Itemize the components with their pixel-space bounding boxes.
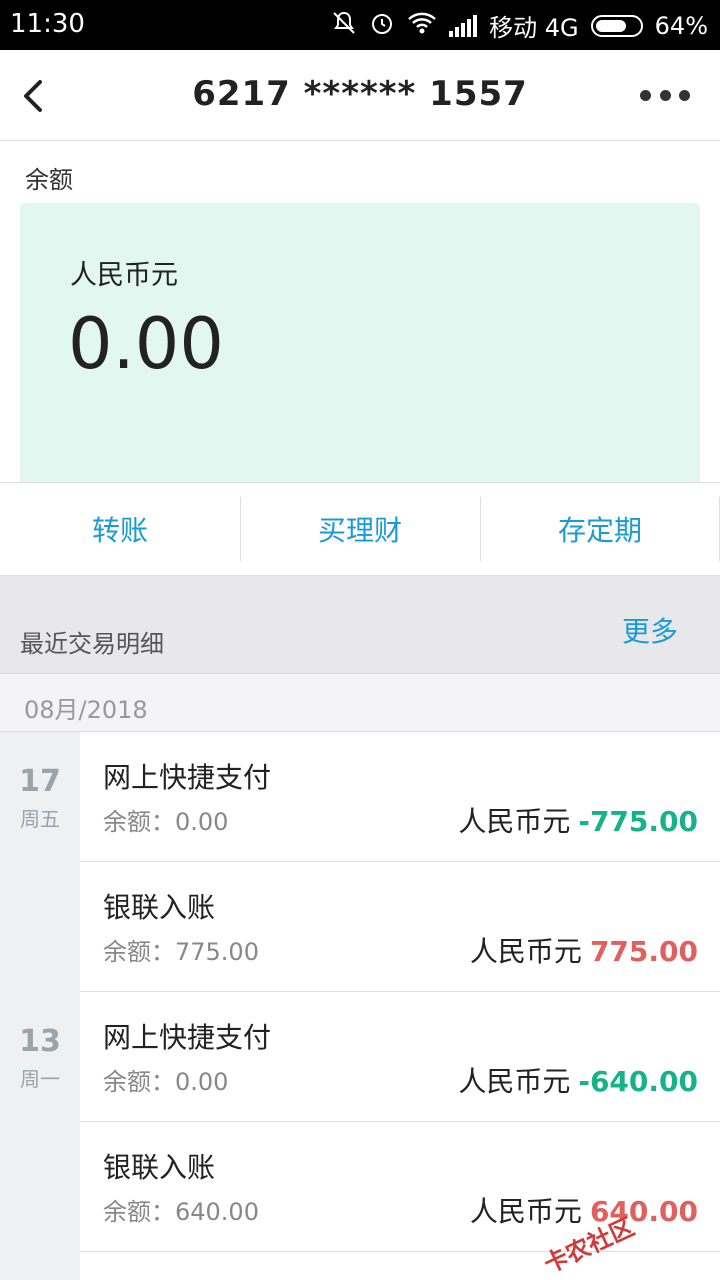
transaction-row[interactable]: 银联入账 余额：775.00 人民币元 775.00 <box>80 862 720 992</box>
transaction-value: -775.00 <box>578 805 698 838</box>
date-weekday: 周一 <box>20 1067 60 1091</box>
date-group: 17 周五 <box>0 764 80 832</box>
month-label: 08月/2018 <box>24 696 148 724</box>
fixed-deposit-button[interactable]: 存定期 <box>480 483 720 575</box>
date-day: 17 <box>19 764 61 799</box>
buy-wealth-button[interactable]: 买理财 <box>240 483 480 575</box>
transaction-balance: 余额：0.00 <box>103 808 229 836</box>
app-header: 6217 ****** 1557 <box>0 50 720 141</box>
status-time: 11:30 <box>10 9 85 39</box>
more-dot-icon <box>640 89 651 101</box>
status-bar: 11:30 移动 4G 64% <box>0 0 720 50</box>
transaction-amount: 人民币元 775.00 <box>470 930 698 970</box>
transaction-name: 银联入账 <box>103 1151 216 1184</box>
balance-currency: 人民币元 <box>70 260 178 291</box>
recent-transactions-title: 最近交易明细 <box>20 630 164 658</box>
more-menu-button[interactable] <box>640 80 690 110</box>
transaction-value: 775.00 <box>589 935 698 968</box>
balance-amount: 0.00 <box>68 303 224 385</box>
transaction-currency: 人民币元 <box>458 1065 571 1098</box>
balance-section-label: 余额 <box>25 166 73 194</box>
status-icons: 移动 4G 64% <box>331 8 708 43</box>
transaction-currency: 人民币元 <box>458 805 571 838</box>
wifi-icon <box>407 11 437 41</box>
transaction-value: -640.00 <box>578 1065 698 1098</box>
transaction-row[interactable]: 网上快捷支付 余额：0.00 人民币元 -640.00 <box>80 992 720 1122</box>
date-day: 13 <box>19 1024 61 1059</box>
month-header: 08月/2018 <box>0 673 720 732</box>
watermark-logo: 卡农社区 <box>539 1186 715 1279</box>
balance-card: 人民币元 0.00 <box>20 203 700 482</box>
date-group: 13 周一 <box>0 1024 80 1092</box>
battery-icon <box>590 14 643 37</box>
transaction-balance: 余额：775.00 <box>103 938 259 966</box>
account-number-title: 6217 ****** 1557 <box>192 74 528 114</box>
signal-icon <box>449 14 478 37</box>
alarm-icon <box>369 10 395 42</box>
transaction-currency: 人民币元 <box>469 935 582 968</box>
more-transactions-link[interactable]: 更多 <box>622 610 678 650</box>
transaction-amount: 人民币元 -775.00 <box>458 800 698 840</box>
carrier-label: 移动 4G <box>489 14 579 42</box>
transaction-row[interactable]: 网上快捷支付 余额：0.00 人民币元 -775.00 <box>80 732 720 862</box>
transaction-name: 网上快捷支付 <box>103 1021 272 1054</box>
transfer-button[interactable]: 转账 <box>0 483 240 575</box>
transaction-balance: 余额：640.00 <box>103 1198 259 1226</box>
transaction-name: 网上快捷支付 <box>103 761 272 794</box>
date-weekday: 周五 <box>20 807 60 831</box>
transaction-balance: 余额：0.00 <box>103 1068 229 1096</box>
transaction-name: 银联入账 <box>103 891 216 924</box>
more-dot-icon <box>659 89 671 101</box>
watermark-text: 卡农社区 <box>539 1212 639 1279</box>
more-dot-icon <box>679 89 690 101</box>
recent-transactions-header: 最近交易明细 更多 <box>0 576 720 673</box>
mute-bell-icon <box>331 10 357 42</box>
transaction-amount: 人民币元 -640.00 <box>458 1060 698 1100</box>
quick-actions: 转账 买理财 存定期 <box>0 482 720 576</box>
battery-percent: 64% <box>654 11 708 40</box>
date-column: 17 周五 13 周一 <box>0 732 80 1280</box>
